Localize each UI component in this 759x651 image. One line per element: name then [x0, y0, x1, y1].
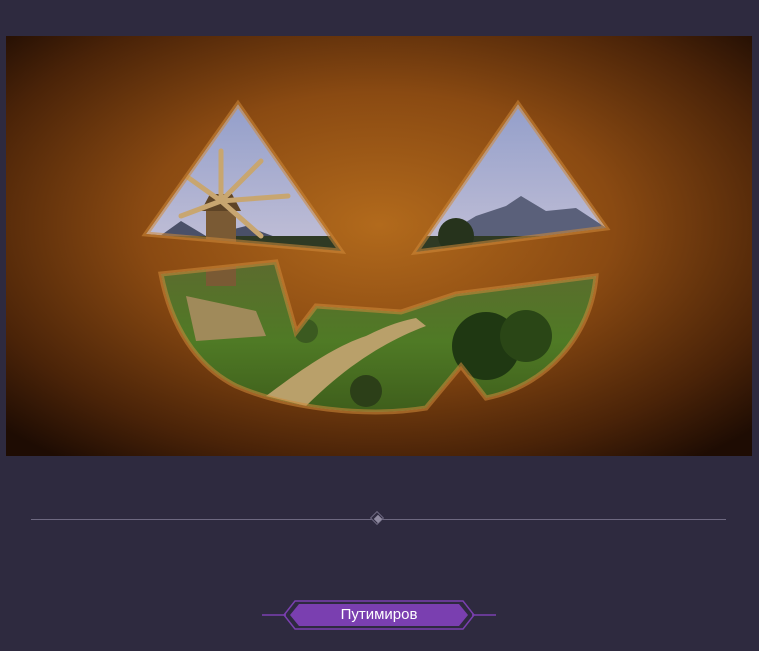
- page: Путимиров: [0, 0, 759, 651]
- hero-image: [6, 36, 752, 456]
- tag-label: Путимиров: [340, 606, 418, 623]
- tag-button[interactable]: Путимиров: [262, 600, 496, 632]
- section-divider: [31, 510, 726, 526]
- pumpkin-scene-illustration: [6, 36, 752, 456]
